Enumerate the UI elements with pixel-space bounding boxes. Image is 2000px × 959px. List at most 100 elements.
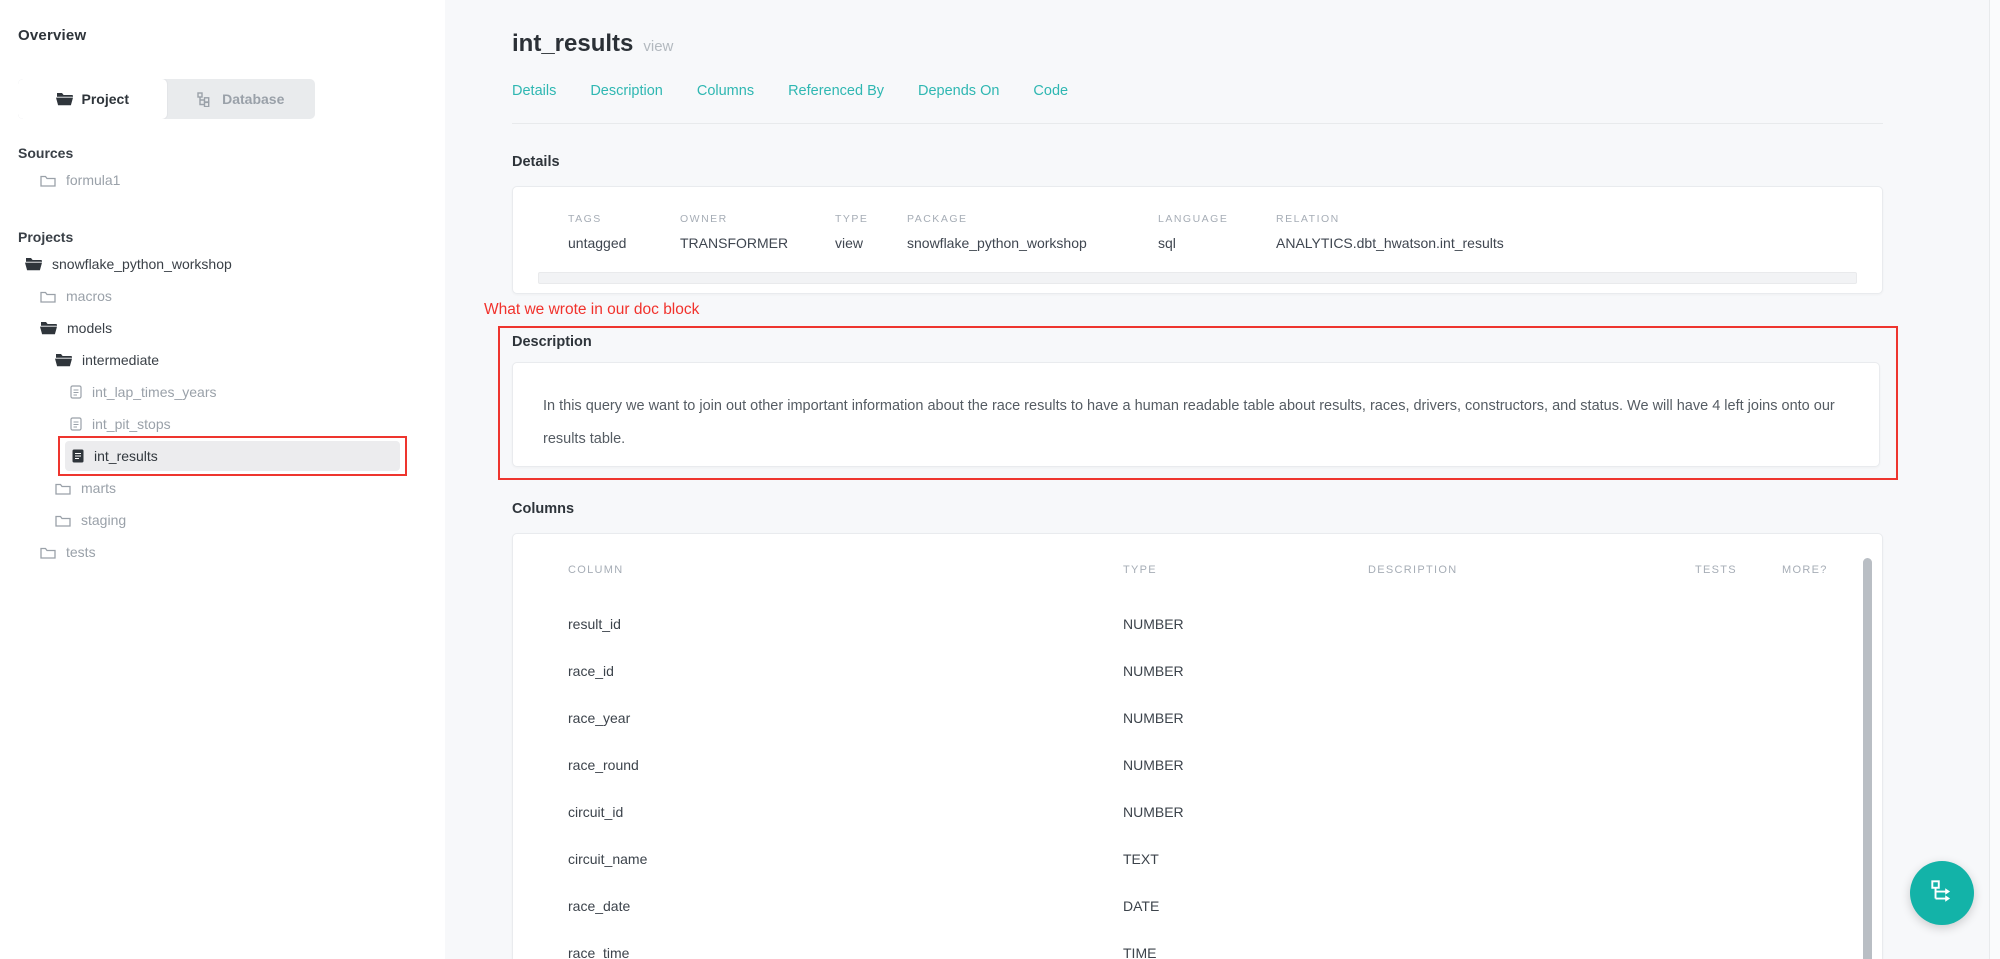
detail-value-language: sql (1158, 235, 1276, 251)
file-icon (70, 417, 82, 431)
folder-icon (40, 546, 56, 559)
project-toggle-label: Project (82, 91, 129, 107)
database-toggle-button[interactable]: Database (167, 79, 316, 119)
sidebar-item-label: tests (66, 544, 96, 560)
sidebar-item-int-lap-times-years[interactable]: int_lap_times_years (18, 376, 427, 408)
page-scrollbar[interactable] (1989, 0, 2000, 959)
detail-value-owner: TRANSFORMER (680, 235, 835, 251)
detail-value-tags: untagged (568, 235, 680, 251)
tab-depends-on[interactable]: Depends On (918, 83, 999, 99)
cell-column-name: circuit_name (568, 851, 1123, 867)
cell-column-name: result_id (568, 616, 1123, 632)
header-divider (512, 123, 1883, 124)
columns-card: COLUMN TYPE DESCRIPTION TESTS MORE? resu… (512, 533, 1883, 959)
folder-open-icon (25, 257, 42, 271)
table-row[interactable]: race_time TIME (568, 929, 1837, 959)
overview-heading: Overview (18, 27, 427, 44)
cell-column-type: DATE (1123, 898, 1368, 914)
tab-details[interactable]: Details (512, 83, 556, 99)
columns-vertical-scrollbar[interactable] (1863, 558, 1872, 959)
view-mode-toggle: Project Database (18, 79, 315, 119)
sidebar-item-models[interactable]: models (18, 312, 427, 344)
page-title: int_results (512, 30, 633, 58)
description-card: In this query we want to join out other … (512, 362, 1880, 467)
sidebar-item-label: int_results (94, 448, 158, 464)
sidebar-item-marts[interactable]: marts (18, 472, 427, 504)
folder-open-icon (40, 321, 57, 335)
columns-table-header: COLUMN TYPE DESCRIPTION TESTS MORE? (568, 564, 1837, 584)
sidebar-item-snowflake-python-workshop[interactable]: snowflake_python_workshop (18, 248, 427, 280)
cell-column-name: race_year (568, 710, 1123, 726)
cell-column-type: TIME (1123, 945, 1368, 959)
tab-bar: Details Description Columns Referenced B… (512, 83, 1883, 99)
red-annotation-box-description: Description In this query we want to joi… (498, 326, 1898, 480)
cell-column-type: NUMBER (1123, 710, 1368, 726)
folder-icon (55, 514, 71, 527)
sidebar-item-label: formula1 (66, 172, 120, 188)
detail-label-relation: RELATION (1276, 213, 1852, 225)
tab-columns[interactable]: Columns (697, 83, 754, 99)
lineage-graph-icon (1928, 877, 1956, 910)
table-row[interactable]: race_id NUMBER (568, 647, 1837, 694)
column-header-more: MORE? (1782, 564, 1837, 584)
projects-heading: Projects (18, 229, 427, 245)
detail-value-type: view (835, 235, 907, 251)
details-horizontal-scrollbar[interactable] (538, 272, 1857, 284)
main-content: int_results view Details Description Col… (445, 0, 2000, 959)
sidebar-item-formula1[interactable]: formula1 (18, 164, 427, 196)
table-row[interactable]: race_date DATE (568, 882, 1837, 929)
folder-icon (55, 482, 71, 495)
sidebar-item-macros[interactable]: macros (18, 280, 427, 312)
sidebar: Overview Project Database Sources formul… (0, 0, 445, 959)
model-type-label: view (643, 38, 673, 55)
sidebar-item-int-results-selected[interactable]: int_results (65, 441, 400, 471)
project-toggle-button[interactable]: Project (18, 79, 167, 119)
cell-column-name: race_round (568, 757, 1123, 773)
sidebar-item-intermediate[interactable]: intermediate (18, 344, 427, 376)
tab-description[interactable]: Description (590, 83, 663, 99)
sidebar-item-label: staging (81, 512, 126, 528)
detail-label-language: LANGUAGE (1158, 213, 1276, 225)
sidebar-item-label: int_lap_times_years (92, 384, 217, 400)
file-filled-icon (72, 449, 84, 463)
folder-icon (40, 174, 56, 187)
cell-column-name: circuit_id (568, 804, 1123, 820)
table-row[interactable]: circuit_id NUMBER (568, 788, 1837, 835)
project-tree: snowflake_python_workshop macros models … (18, 248, 427, 568)
sidebar-item-staging[interactable]: staging (18, 504, 427, 536)
sources-heading: Sources (18, 145, 427, 161)
detail-label-type: TYPE (835, 213, 907, 225)
cell-column-name: race_date (568, 898, 1123, 914)
folder-icon (40, 290, 56, 303)
description-body: In this query we want to join out other … (543, 390, 1849, 456)
tab-code[interactable]: Code (1033, 83, 1068, 99)
cell-column-type: TEXT (1123, 851, 1368, 867)
sidebar-item-label: intermediate (82, 352, 159, 368)
table-row[interactable]: circuit_name TEXT (568, 835, 1837, 882)
cell-column-type: NUMBER (1123, 663, 1368, 679)
detail-value-package: snowflake_python_workshop (907, 235, 1158, 251)
cell-column-type: NUMBER (1123, 804, 1368, 820)
sidebar-item-tests[interactable]: tests (18, 536, 427, 568)
detail-label-owner: OWNER (680, 213, 835, 225)
details-card: TAGS untagged OWNER TRANSFORMER TYPE vie… (512, 186, 1883, 294)
cell-column-type: NUMBER (1123, 757, 1368, 773)
cell-column-name: race_time (568, 945, 1123, 959)
table-row[interactable]: race_round NUMBER (568, 741, 1837, 788)
folder-open-icon (56, 92, 73, 106)
folder-open-icon (55, 353, 72, 367)
table-row[interactable]: result_id NUMBER (568, 600, 1837, 647)
lineage-graph-button[interactable] (1910, 861, 1974, 925)
sidebar-item-label: snowflake_python_workshop (52, 256, 232, 272)
file-icon (70, 385, 82, 399)
detail-label-tags: TAGS (568, 213, 680, 225)
database-toggle-label: Database (222, 91, 284, 107)
column-header-type: TYPE (1123, 564, 1368, 584)
table-row[interactable]: race_year NUMBER (568, 694, 1837, 741)
sidebar-item-label: int_pit_stops (92, 416, 171, 432)
description-section-heading: Description (512, 334, 1880, 350)
detail-value-relation: ANALYTICS.dbt_hwatson.int_results (1276, 235, 1852, 251)
cell-column-type: NUMBER (1123, 616, 1368, 632)
details-section-heading: Details (512, 154, 1883, 170)
tab-referenced-by[interactable]: Referenced By (788, 83, 884, 99)
